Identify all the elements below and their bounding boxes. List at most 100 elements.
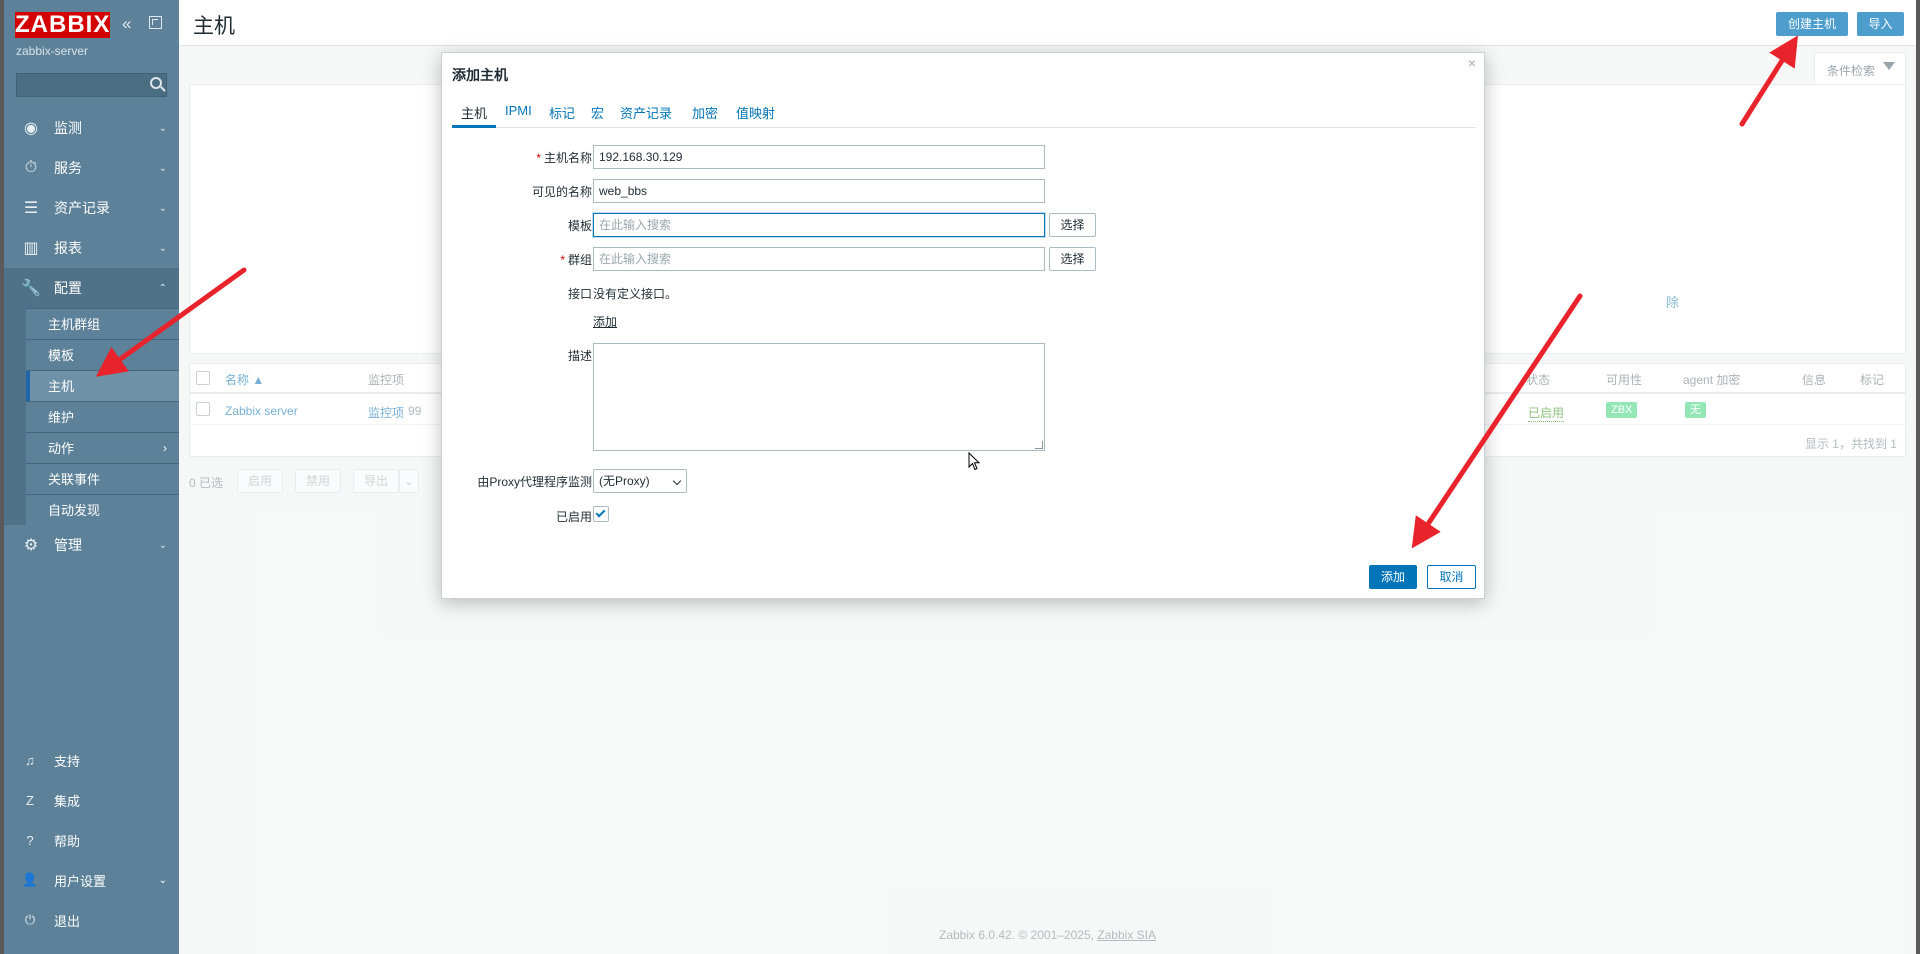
import-button[interactable]: 导入 (1857, 12, 1904, 36)
submenu-item-event-correlation[interactable]: 关联事件 (26, 463, 179, 494)
cancel-button[interactable]: 取消 (1427, 565, 1476, 589)
menu-label: 帮助 (54, 833, 81, 849)
menu-item-sign-out[interactable]: ⏻ 退出 (4, 900, 179, 940)
templates-search-input[interactable]: 在此输入搜索 (593, 213, 1045, 237)
zabbix-logo[interactable]: ZABBIX (15, 12, 110, 38)
mouse-cursor-icon (968, 452, 981, 471)
submenu-item-hosts[interactable]: 主机 (26, 370, 179, 401)
menu-item-user-settings[interactable]: 👤 用户设置 ⌄ (4, 860, 179, 900)
search-icon[interactable] (150, 77, 162, 89)
menu-label: 用户设置 (54, 873, 107, 889)
menu-label: 监测 (54, 120, 82, 136)
chevron-down-icon: ⌄ (158, 202, 167, 214)
add-button[interactable]: 添加 (1369, 565, 1417, 589)
dialog-title: 添加主机 (452, 67, 508, 83)
power-icon: ⏻ (24, 912, 36, 927)
menu-label: 退出 (54, 913, 81, 929)
menu-label: 支持 (54, 753, 81, 769)
create-host-button[interactable]: 创建主机 (1776, 12, 1848, 36)
menu-item-reports[interactable]: ▥ 报表 ⌄ (4, 228, 179, 268)
dialog-tabs: 主机 IPMI 标记 宏 资产记录 加密 值映射 (452, 103, 1476, 128)
groups-search-input[interactable]: 在此输入搜索 (593, 247, 1045, 271)
main-menu: ◉ 监测 ⌄ ⏱ 服务 ⌄ ☰ 资产记录 ⌄ ▥ 报表 ⌄ 🔧 配置 ⌃ 主机群… (4, 108, 179, 565)
submenu-item-actions[interactable]: 动作 › (26, 432, 179, 463)
page-title: 主机 (193, 15, 235, 38)
submenu-item-host-groups[interactable]: 主机群组 (26, 308, 179, 339)
page-header: 主机 创建主机 导入 (179, 0, 1916, 46)
chevron-up-icon: ⌃ (158, 282, 167, 294)
required-marker: * (536, 151, 541, 165)
stopwatch-icon: ⏱ (24, 159, 38, 176)
bottom-menu: ♫ 支持 Z 集成 ? 帮助 👤 用户设置 ⌄ ⏻ 退出 (4, 740, 179, 940)
menu-item-monitoring[interactable]: ◉ 监测 ⌄ (4, 108, 179, 148)
sidebar: ZABBIX « zabbix-server ◉ 监测 ⌄ ⏱ 服务 ⌄ ☰ 资… (4, 0, 179, 954)
add-interface-link[interactable]: 添加 (593, 313, 617, 330)
user-icon: 👤 (21, 872, 39, 887)
submenu-item-maintenance[interactable]: 维护 (26, 401, 179, 432)
tab-value-mapping[interactable]: 值映射 (727, 103, 784, 128)
host-name-input[interactable]: 192.168.30.129 (593, 145, 1045, 169)
menu-item-help[interactable]: ? 帮助 (4, 820, 179, 860)
list-icon: ☰ (23, 200, 39, 217)
menu-item-inventory[interactable]: ☰ 资产记录 ⌄ (4, 188, 179, 228)
kiosk-mode-icon[interactable] (149, 16, 162, 29)
tab-ipmi[interactable]: IPMI (496, 103, 541, 128)
tab-encryption[interactable]: 加密 (683, 103, 727, 128)
description-label: 描述 (567, 349, 592, 363)
chevron-down-icon: ⌄ (158, 162, 167, 174)
templates-label: 模板 (567, 219, 592, 233)
enabled-checkbox[interactable] (593, 506, 609, 522)
tab-macros[interactable]: 宏 (582, 103, 613, 128)
resize-grip-icon[interactable] (1035, 441, 1043, 449)
menu-item-services[interactable]: ⏱ 服务 ⌄ (4, 148, 179, 188)
menu-item-administration[interactable]: ⚙ 管理 ⌄ (4, 525, 179, 565)
required-marker: * (560, 253, 565, 267)
configuration-submenu: 主机群组 模板 主机 维护 动作 › 关联事件 自动发现 (4, 308, 179, 525)
integrations-icon: Z (26, 792, 34, 808)
wrench-icon: 🔧 (21, 280, 41, 297)
chevron-down-icon: ⌄ (158, 874, 167, 886)
tab-inventory[interactable]: 资产记录 (611, 103, 681, 128)
tab-host[interactable]: 主机 (452, 103, 497, 128)
submenu-item-templates[interactable]: 模板 (26, 339, 179, 370)
close-icon[interactable]: × (1468, 55, 1476, 71)
server-name: zabbix-server (16, 44, 89, 58)
chevron-down-icon: ⌄ (158, 122, 167, 134)
menu-label: 服务 (54, 160, 82, 176)
checkmark-icon (595, 507, 606, 518)
menu-label: 管理 (54, 537, 82, 553)
chevron-down-icon (672, 476, 682, 486)
submenu-item-discovery[interactable]: 自动发现 (26, 494, 179, 525)
sidebar-search-input[interactable] (16, 73, 167, 97)
visible-name-input[interactable]: web_bbs (593, 179, 1045, 203)
collapse-sidebar-icon[interactable]: « (122, 14, 131, 34)
chevron-down-icon: ⌄ (158, 539, 167, 551)
chevron-down-icon: ⌄ (158, 242, 167, 254)
description-textarea[interactable] (593, 343, 1045, 451)
zabbix-app: ZABBIX « zabbix-server ◉ 监测 ⌄ ⏱ 服务 ⌄ ☰ 资… (4, 0, 1916, 954)
help-icon: ? (26, 832, 34, 848)
add-host-dialog: 添加主机 × 主机 IPMI 标记 宏 资产记录 加密 值映射 * 主机名称 19… (441, 52, 1485, 599)
menu-item-support[interactable]: ♫ 支持 (4, 740, 179, 780)
interfaces-label: 接口 (567, 287, 592, 301)
label-text: 主机名称 (543, 151, 592, 165)
templates-select-button[interactable]: 选择 (1049, 213, 1096, 237)
menu-item-integrations[interactable]: Z 集成 (4, 780, 179, 820)
menu-label: 资产记录 (54, 200, 110, 216)
proxy-select[interactable]: (无Proxy) (593, 469, 687, 493)
gear-icon: ⚙ (23, 537, 39, 554)
enabled-label: 已启用 (555, 510, 592, 524)
tab-tags[interactable]: 标记 (540, 103, 584, 128)
visible-name-label: 可见的名称 (531, 185, 592, 199)
no-interfaces-text: 没有定义接口。 (593, 287, 678, 301)
groups-label: * 群组 (442, 251, 592, 268)
bar-chart-icon: ▥ (23, 240, 39, 257)
chevron-right-icon: › (163, 441, 167, 455)
menu-label: 报表 (54, 240, 82, 256)
eye-icon: ◉ (24, 120, 38, 137)
host-name-label: * 主机名称 (442, 149, 592, 166)
menu-item-configuration[interactable]: 🔧 配置 ⌃ (4, 268, 179, 308)
groups-select-button[interactable]: 选择 (1049, 247, 1096, 271)
menu-label: 配置 (54, 280, 82, 296)
proxy-label: 由Proxy代理程序监测 (477, 475, 592, 489)
